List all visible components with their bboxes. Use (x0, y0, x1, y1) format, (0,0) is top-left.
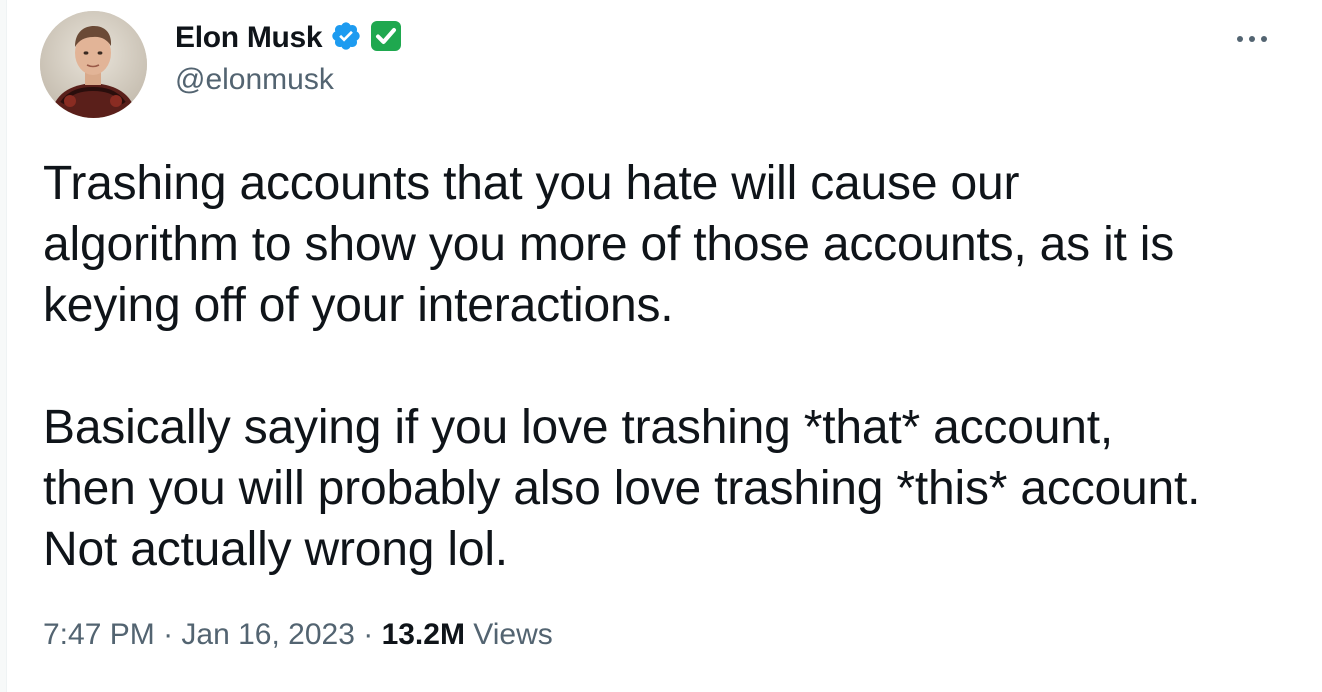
views-label: Views (464, 618, 553, 651)
tweet-meta: 7:47 PM · Jan 16, 2023 · 13.2M Views (43, 618, 553, 652)
avatar[interactable] (40, 11, 147, 118)
tweet-paragraph: Basically saying if you love trashing *t… (43, 401, 1201, 576)
timeline-border (0, 0, 7, 692)
views-count: 13.2M (381, 618, 465, 651)
tweet-card: Elon Musk @elonmusk Trashing accounts th… (0, 0, 1322, 692)
tweet-time-link[interactable]: 7:47 PM (43, 618, 155, 651)
tweet-date-link[interactable]: Jan 16, 2023 (181, 618, 354, 651)
author-name-row: Elon Musk (175, 18, 402, 58)
meta-separator: · (354, 618, 382, 651)
tweet-paragraph: Trashing accounts that you hate will cau… (43, 157, 1175, 332)
more-options-icon[interactable] (1232, 24, 1272, 54)
meta-separator: · (154, 618, 182, 651)
avatar-image (40, 11, 147, 118)
author-handle[interactable]: @elonmusk (175, 63, 334, 97)
verified-badge-icon[interactable] (330, 20, 362, 57)
tweet-text: Trashing accounts that you hate will cau… (43, 153, 1293, 580)
author-display-name[interactable]: Elon Musk (175, 21, 323, 55)
green-check-emoji-icon (370, 20, 402, 57)
